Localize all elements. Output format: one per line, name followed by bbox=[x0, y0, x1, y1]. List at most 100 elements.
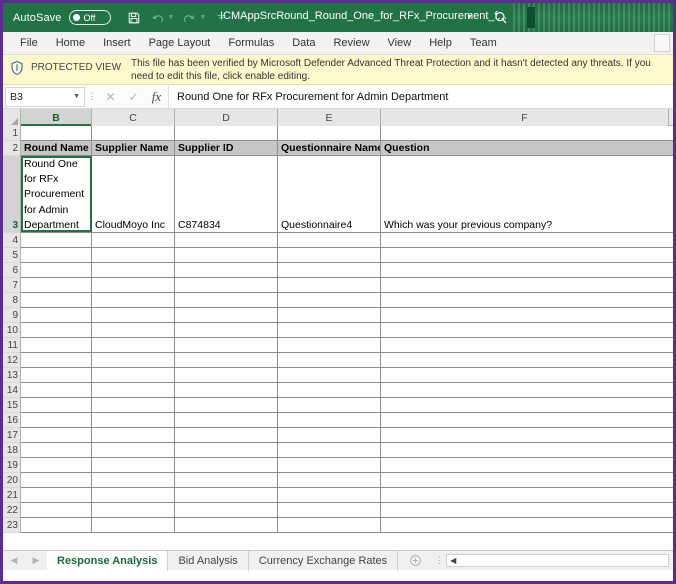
row-header-19[interactable]: 19 bbox=[3, 458, 20, 473]
cell-c17[interactable] bbox=[92, 428, 175, 442]
row-header-10[interactable]: 10 bbox=[3, 323, 20, 338]
cell-f22[interactable] bbox=[381, 503, 669, 517]
cell-d21[interactable] bbox=[175, 488, 278, 502]
cell-f8[interactable] bbox=[381, 293, 669, 307]
cell-d22[interactable] bbox=[175, 503, 278, 517]
column-header-c[interactable]: C bbox=[92, 109, 175, 126]
row-header-3[interactable]: 3 bbox=[3, 156, 20, 233]
cell-f11[interactable] bbox=[381, 338, 669, 352]
scroll-left-icon[interactable]: ◀ bbox=[447, 555, 460, 566]
cell-b17[interactable] bbox=[21, 428, 92, 442]
insert-function-icon[interactable]: fx bbox=[145, 87, 168, 107]
cell-f20[interactable] bbox=[381, 473, 669, 487]
cell-e12[interactable] bbox=[278, 353, 381, 367]
cell-b1[interactable] bbox=[21, 126, 92, 140]
cell-e16[interactable] bbox=[278, 413, 381, 427]
cell-f21[interactable] bbox=[381, 488, 669, 502]
cell-d9[interactable] bbox=[175, 308, 278, 322]
column-header-b[interactable]: B bbox=[21, 109, 92, 126]
cell-d12[interactable] bbox=[175, 353, 278, 367]
cell-e18[interactable] bbox=[278, 443, 381, 457]
cell-d2[interactable]: Supplier ID bbox=[175, 141, 278, 155]
search-icon[interactable] bbox=[493, 10, 509, 26]
cell-b21[interactable] bbox=[21, 488, 92, 502]
cell-b4[interactable] bbox=[21, 233, 92, 247]
cell-f15[interactable] bbox=[381, 398, 669, 412]
cell-c5[interactable] bbox=[92, 248, 175, 262]
row-header-15[interactable]: 15 bbox=[3, 398, 20, 413]
ribbon-tab-team[interactable]: Team bbox=[461, 32, 506, 55]
cell-c11[interactable] bbox=[92, 338, 175, 352]
cell-b18[interactable] bbox=[21, 443, 92, 457]
chevron-left-icon[interactable]: ◀ bbox=[11, 555, 18, 566]
cell-d15[interactable] bbox=[175, 398, 278, 412]
cell-b22[interactable] bbox=[21, 503, 92, 517]
cell-e15[interactable] bbox=[278, 398, 381, 412]
cell-e1[interactable] bbox=[278, 126, 381, 140]
row-header-4[interactable]: 4 bbox=[3, 233, 20, 248]
add-sheet-button[interactable] bbox=[398, 551, 432, 571]
cell-b5[interactable] bbox=[21, 248, 92, 262]
cell-b13[interactable] bbox=[21, 368, 92, 382]
cell-d13[interactable] bbox=[175, 368, 278, 382]
cell-c8[interactable] bbox=[92, 293, 175, 307]
select-all-corner[interactable] bbox=[3, 109, 21, 126]
cell-c16[interactable] bbox=[92, 413, 175, 427]
cell-f9[interactable] bbox=[381, 308, 669, 322]
cell-b20[interactable] bbox=[21, 473, 92, 487]
cell-d19[interactable] bbox=[175, 458, 278, 472]
cell-c22[interactable] bbox=[92, 503, 175, 517]
row-header-11[interactable]: 11 bbox=[3, 338, 20, 353]
formula-input[interactable]: Round One for RFx Procurement for Admin … bbox=[168, 85, 673, 108]
column-header-f[interactable]: F bbox=[381, 109, 669, 126]
row-header-5[interactable]: 5 bbox=[3, 248, 20, 263]
redo-icon[interactable] bbox=[178, 7, 200, 29]
row-header-18[interactable]: 18 bbox=[3, 443, 20, 458]
cell-c1[interactable] bbox=[92, 126, 175, 140]
row-header-23[interactable]: 23 bbox=[3, 518, 20, 533]
row-header-16[interactable]: 16 bbox=[3, 413, 20, 428]
sheet-tab-response-analysis[interactable]: Response Analysis bbox=[47, 550, 169, 571]
cell-f23[interactable] bbox=[381, 518, 669, 532]
cell-f19[interactable] bbox=[381, 458, 669, 472]
row-header-21[interactable]: 21 bbox=[3, 488, 20, 503]
cell-b3[interactable]: Round One for RFx Procurement for Admin … bbox=[21, 156, 92, 232]
ribbon-tab-view[interactable]: View bbox=[379, 32, 421, 55]
chevron-down-icon[interactable]: ▼ bbox=[466, 14, 473, 21]
cell-c6[interactable] bbox=[92, 263, 175, 277]
cell-c10[interactable] bbox=[92, 323, 175, 337]
ribbon-tab-data[interactable]: Data bbox=[283, 32, 324, 55]
chevron-right-icon[interactable]: ▶ bbox=[33, 555, 40, 566]
row-header-22[interactable]: 22 bbox=[3, 503, 20, 518]
cell-e3[interactable]: Questionnaire4 bbox=[278, 156, 381, 232]
cell-e20[interactable] bbox=[278, 473, 381, 487]
cell-e7[interactable] bbox=[278, 278, 381, 292]
row-header-2[interactable]: 2 bbox=[3, 141, 20, 156]
cell-c20[interactable] bbox=[92, 473, 175, 487]
cell-e4[interactable] bbox=[278, 233, 381, 247]
cell-c21[interactable] bbox=[92, 488, 175, 502]
row-header-14[interactable]: 14 bbox=[3, 383, 20, 398]
cell-f1[interactable] bbox=[381, 126, 669, 140]
cell-f10[interactable] bbox=[381, 323, 669, 337]
cell-b9[interactable] bbox=[21, 308, 92, 322]
horizontal-scroll-track[interactable] bbox=[459, 555, 668, 566]
cell-e19[interactable] bbox=[278, 458, 381, 472]
cell-e17[interactable] bbox=[278, 428, 381, 442]
cell-f5[interactable] bbox=[381, 248, 669, 262]
ribbon-tab-home[interactable]: Home bbox=[47, 32, 94, 55]
cell-e11[interactable] bbox=[278, 338, 381, 352]
ribbon-tab-insert[interactable]: Insert bbox=[94, 32, 140, 55]
cell-d18[interactable] bbox=[175, 443, 278, 457]
cell-e5[interactable] bbox=[278, 248, 381, 262]
cell-d17[interactable] bbox=[175, 428, 278, 442]
cell-d16[interactable] bbox=[175, 413, 278, 427]
cell-e21[interactable] bbox=[278, 488, 381, 502]
row-header-13[interactable]: 13 bbox=[3, 368, 20, 383]
sheet-tab-bid-analysis[interactable]: Bid Analysis bbox=[168, 550, 249, 571]
row-header-12[interactable]: 12 bbox=[3, 353, 20, 368]
cell-c19[interactable] bbox=[92, 458, 175, 472]
cell-f2[interactable]: Question bbox=[381, 141, 669, 155]
cell-d1[interactable] bbox=[175, 126, 278, 140]
horizontal-scrollbar[interactable]: ◀ bbox=[446, 554, 669, 567]
